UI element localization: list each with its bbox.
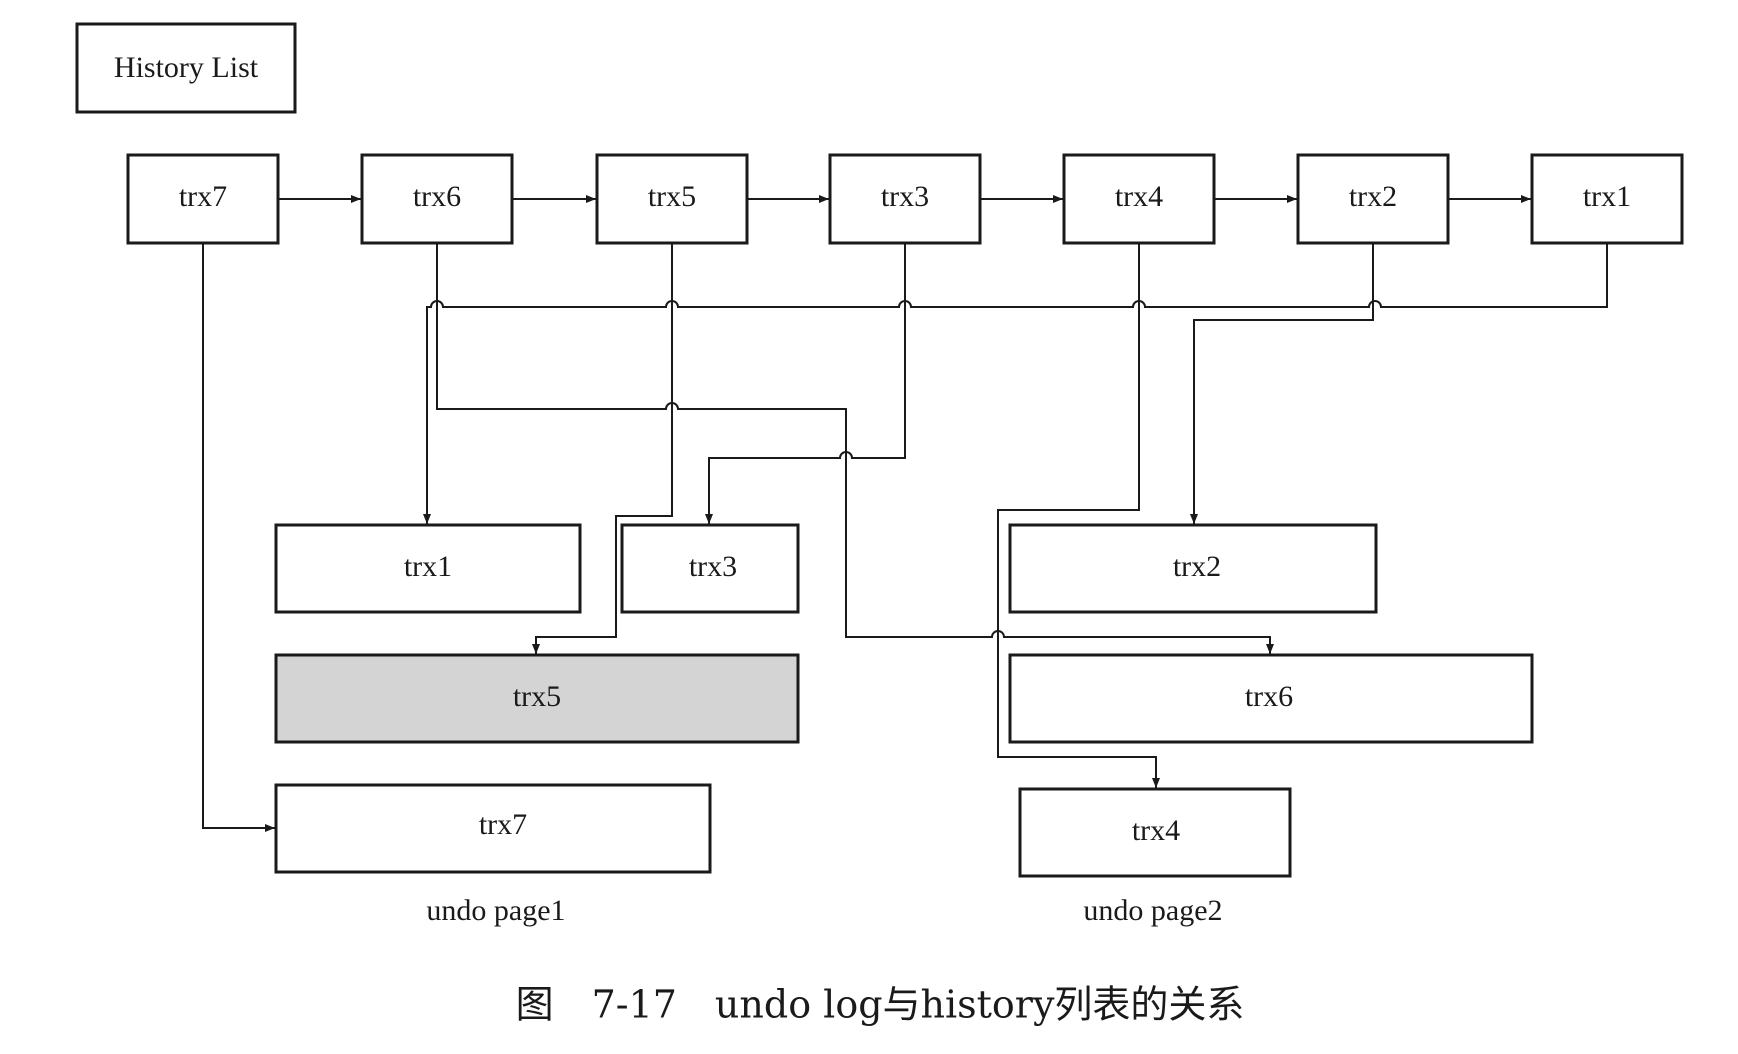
history-node-trx1: trx1 xyxy=(1530,153,1684,245)
history-node-label: trx5 xyxy=(648,180,696,213)
history-node-label: trx7 xyxy=(179,180,227,213)
history-node-label: trx6 xyxy=(413,180,461,213)
undo-page2-caption: undo page2 xyxy=(1083,894,1222,927)
undo-page1-caption: undo page1 xyxy=(426,894,565,927)
history-node-label: trx2 xyxy=(1349,180,1397,213)
history-list-row: trx7 trx6 trx5 trx3 trx4 trx2 trx1 xyxy=(126,153,1684,245)
undo-page1: trx1 trx3 trx5 trx7 undo page1 xyxy=(274,523,800,927)
history-node-label: trx4 xyxy=(1115,180,1163,213)
undo-entry-label: trx5 xyxy=(513,680,561,713)
history-node-label: trx1 xyxy=(1583,180,1631,213)
undo-history-diagram: History List trx7 trx6 trx5 trx3 trx4 tr… xyxy=(75,22,1684,1027)
connector-trx7 xyxy=(202,243,275,832)
history-node-trx4: trx4 xyxy=(1062,153,1216,245)
undo-entry-label: trx2 xyxy=(1173,550,1221,583)
history-node-trx7: trx7 xyxy=(126,153,280,245)
history-node-trx2: trx2 xyxy=(1296,153,1450,245)
undo-entry-trx7: trx7 xyxy=(274,783,712,874)
undo-page2: trx2 trx6 trx4 undo page2 xyxy=(1008,523,1534,927)
figure-caption: 图 7-17 undo log与history列表的关系 xyxy=(516,983,1245,1027)
history-list-legend-label: History List xyxy=(114,51,259,84)
undo-entry-label: trx7 xyxy=(479,808,527,841)
undo-entry-trx3: trx3 xyxy=(620,523,800,614)
history-node-label: trx3 xyxy=(881,180,929,213)
undo-entry-label: trx3 xyxy=(689,550,737,583)
undo-entry-trx5: trx5 xyxy=(274,653,800,744)
undo-entry-trx1: trx1 xyxy=(274,523,582,614)
connector-trx3 xyxy=(705,243,906,524)
connector-trx1 xyxy=(423,243,1608,524)
undo-entry-trx4: trx4 xyxy=(1018,787,1292,878)
undo-entry-trx6: trx6 xyxy=(1008,653,1534,744)
undo-entry-label: trx6 xyxy=(1245,680,1293,713)
history-node-trx3: trx3 xyxy=(828,153,982,245)
undo-entry-trx2: trx2 xyxy=(1008,523,1378,614)
undo-entry-label: trx4 xyxy=(1132,814,1180,847)
undo-entry-label: trx1 xyxy=(404,550,452,583)
history-node-trx6: trx6 xyxy=(360,153,514,245)
history-list-legend: History List xyxy=(75,22,297,114)
history-node-trx5: trx5 xyxy=(595,153,749,245)
connector-trx2 xyxy=(1190,243,1374,524)
